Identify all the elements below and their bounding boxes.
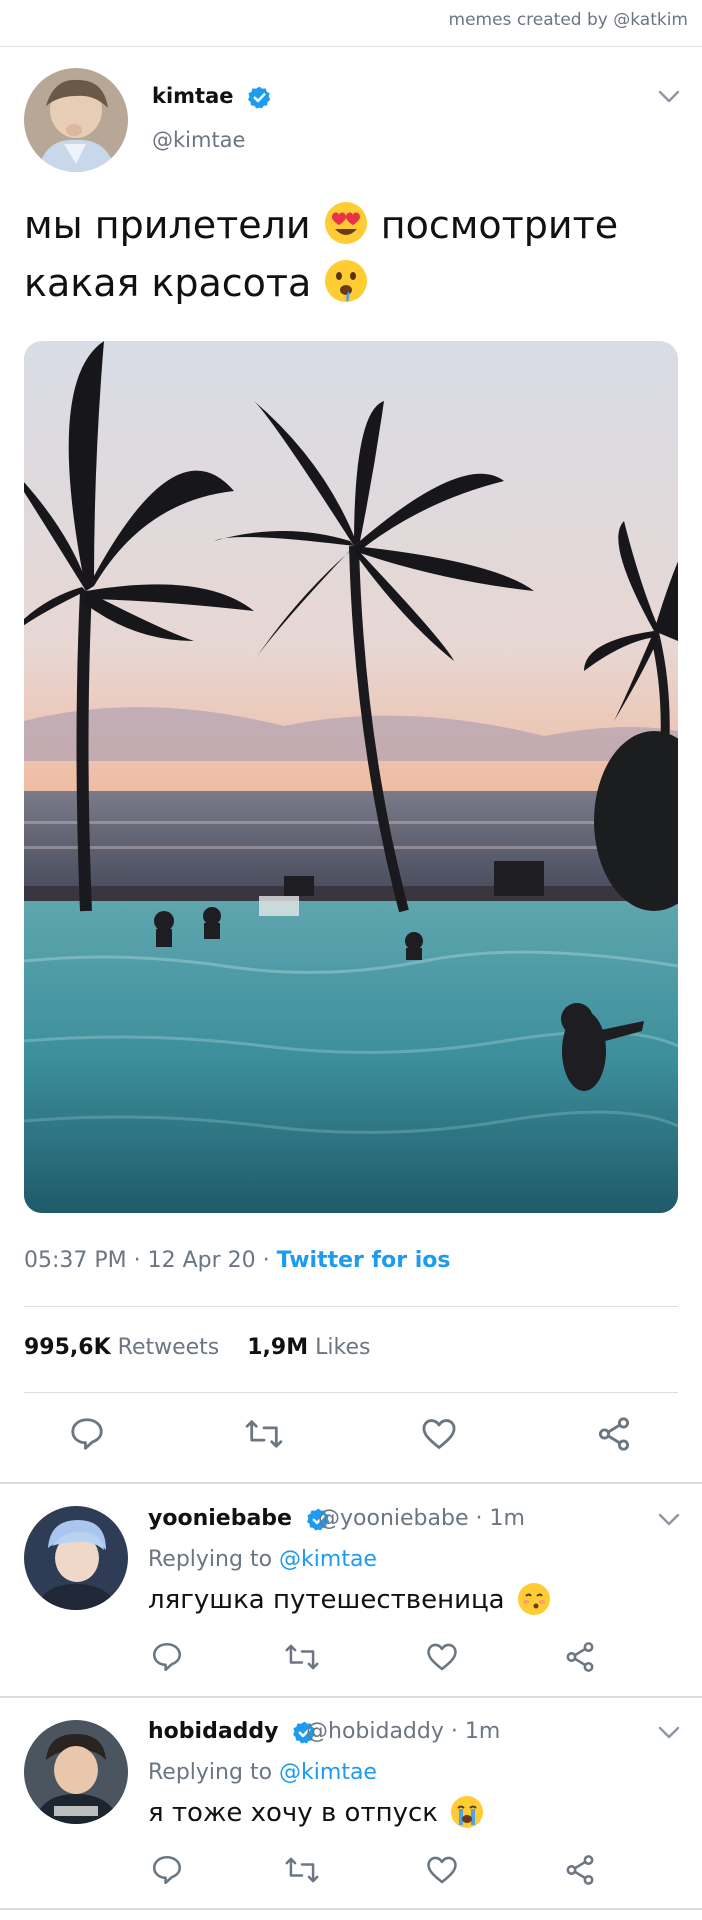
- reply-text-content: я тоже хочу в отпуск: [148, 1798, 438, 1828]
- divider: [0, 1908, 702, 1910]
- like-icon[interactable]: [420, 1415, 458, 1453]
- retweets-label: Retweets: [117, 1335, 220, 1360]
- chevron-down-icon[interactable]: [658, 1726, 680, 1740]
- share-icon[interactable]: [563, 1640, 597, 1674]
- share-icon[interactable]: [563, 1853, 597, 1887]
- reply-author-name[interactable]: yooniebabe: [148, 1506, 331, 1532]
- tweet-stats: 995,6K Retweets 1,9M Likes: [24, 1335, 370, 1360]
- avatar[interactable]: [24, 1506, 128, 1610]
- tweet-text-line1b: посмотрите: [380, 203, 619, 247]
- reply-handle-time[interactable]: @yooniebabe · 1m: [318, 1506, 525, 1531]
- reply-handle-time[interactable]: @hobidaddy · 1m: [306, 1719, 500, 1744]
- reply-author-name-text[interactable]: yooniebabe: [148, 1506, 292, 1531]
- tweet-meta: 05:37 PM · 12 Apr 20 · Twitter for ios: [24, 1248, 451, 1273]
- divider: [24, 1392, 678, 1393]
- author-handle[interactable]: @kimtae: [152, 128, 245, 152]
- reply-icon[interactable]: [68, 1415, 106, 1453]
- client-link[interactable]: Twitter for ios: [277, 1248, 451, 1273]
- verified-badge-icon: [247, 86, 271, 108]
- replying-prefix: Replying to: [148, 1547, 280, 1572]
- author-name-text[interactable]: kimtae: [152, 84, 234, 108]
- divider: [0, 1696, 702, 1698]
- likes-label: Likes: [315, 1335, 371, 1360]
- retweets-count: 995,6K: [24, 1335, 111, 1360]
- tweet-photo[interactable]: [24, 341, 678, 1213]
- share-icon[interactable]: [595, 1415, 633, 1453]
- replying-to-link[interactable]: @kimtae: [279, 1547, 377, 1572]
- author-name[interactable]: kimtae: [152, 84, 272, 110]
- tweet-text-line1: мы прилетели: [24, 203, 311, 247]
- retweet-icon[interactable]: [244, 1415, 284, 1453]
- tweet-text: мы прилетели посмотрите какая красота: [24, 196, 674, 312]
- chevron-down-icon[interactable]: [658, 90, 680, 104]
- retweet-icon[interactable]: [284, 1853, 320, 1887]
- likes-count: 1,9M: [247, 1335, 309, 1360]
- like-icon[interactable]: [425, 1640, 459, 1674]
- reply-text: я тоже хочу в отпуск: [148, 1795, 484, 1829]
- reply-author-name[interactable]: hobidaddy: [148, 1719, 317, 1745]
- drooling-face-emoji-icon: [325, 260, 368, 302]
- tweet-time: 05:37 PM · 12 Apr 20 ·: [24, 1248, 277, 1273]
- replying-to: Replying to @kimtae: [148, 1547, 377, 1572]
- retweets-stat[interactable]: 995,6K Retweets: [24, 1335, 219, 1360]
- heart-eyes-emoji-icon: [324, 202, 367, 244]
- avatar[interactable]: [24, 68, 128, 172]
- likes-stat[interactable]: 1,9M Likes: [247, 1335, 370, 1360]
- replying-prefix: Replying to: [148, 1760, 280, 1785]
- kissing-face-emoji-icon: [517, 1583, 550, 1615]
- credit-text: memes created by @katkim: [448, 10, 688, 30]
- retweet-icon[interactable]: [284, 1640, 320, 1674]
- tweet-text-line2: какая красота: [24, 261, 312, 305]
- crying-face-emoji-icon: [451, 1796, 484, 1828]
- reply-icon[interactable]: [150, 1640, 184, 1674]
- like-icon[interactable]: [425, 1853, 459, 1887]
- divider: [24, 1306, 678, 1307]
- replying-to-link[interactable]: @kimtae: [279, 1760, 377, 1785]
- reply-author-name-text[interactable]: hobidaddy: [148, 1719, 279, 1744]
- replying-to: Replying to @kimtae: [148, 1760, 377, 1785]
- chevron-down-icon[interactable]: [658, 1513, 680, 1527]
- top-divider: [0, 46, 702, 47]
- reply-icon[interactable]: [150, 1853, 184, 1887]
- reply-text-content: лягушка путешественица: [148, 1585, 505, 1615]
- divider: [0, 1482, 702, 1484]
- avatar[interactable]: [24, 1720, 128, 1824]
- reply-text: лягушка путешественица: [148, 1582, 551, 1616]
